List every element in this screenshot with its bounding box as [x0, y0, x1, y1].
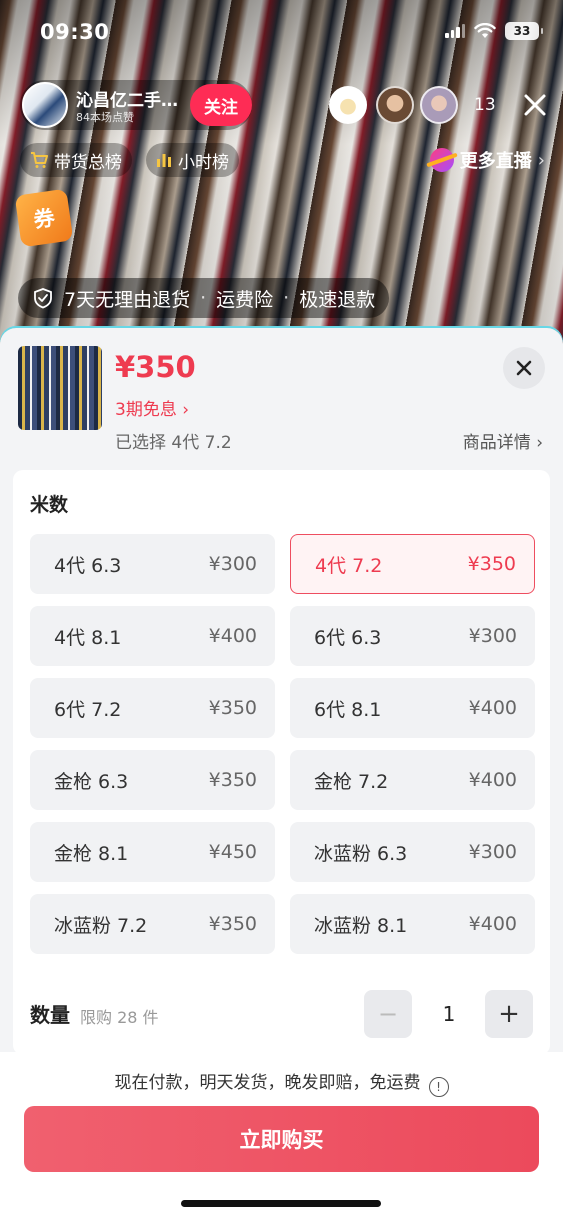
status-bar: 09:30 33 [0, 0, 563, 66]
spec-option[interactable]: 金枪 6.3 ¥350 [30, 750, 275, 810]
battery-icon: 33 [505, 22, 543, 40]
product-detail-link[interactable]: 商品详情 › [463, 428, 543, 453]
hourly-rank-chip[interactable]: 小时榜 [146, 143, 239, 177]
product-sheet: ¥350 3期免息 › 已选择 4代 7.2 商品详情 › 米数 4代 6.3 ¥… [0, 328, 563, 1219]
spec-option-name: 金枪 6.3 [54, 770, 129, 793]
buy-now-button[interactable]: 立即购买 [24, 1106, 539, 1172]
spec-section-label: 米数 [30, 494, 69, 516]
host-likes: 84本场点赞 [76, 111, 134, 124]
viewer-count[interactable]: 13 [474, 95, 496, 115]
installment-label: 3期免息 [115, 400, 177, 420]
spec-option-name: 4代 8.1 [54, 626, 122, 649]
spec-option[interactable]: 4代 8.1 ¥400 [30, 606, 275, 666]
spec-option-name: 金枪 8.1 [54, 842, 129, 865]
spec-option-price: ¥400 [208, 625, 257, 647]
shipping-note: 现在付款，明天发货，晚发即赔，免运费! [0, 1068, 563, 1097]
product-thumbnail[interactable] [18, 346, 102, 430]
chevron-right-icon: › [536, 433, 543, 453]
hourly-rank-label: 小时榜 [178, 152, 229, 173]
coupon-icon[interactable]: 券 [14, 188, 74, 248]
guarantee-item: 7天无理由退货 [64, 288, 191, 311]
shipping-note-text: 现在付款，明天发货，晚发即赔，免运费 [114, 1073, 421, 1093]
bar-chart-icon [157, 154, 171, 167]
selected-spec: 已选择 4代 7.2 [115, 433, 232, 453]
spec-option[interactable]: 4代 6.3 ¥300 [30, 534, 275, 594]
spec-option[interactable]: 4代 7.2 ¥350 [290, 534, 535, 594]
close-icon [516, 360, 532, 376]
status-time: 09:30 [40, 20, 110, 44]
quantity-decrement-button[interactable]: − [364, 990, 412, 1038]
spec-option-price: ¥300 [468, 625, 517, 647]
spec-option-price: ¥300 [468, 841, 517, 863]
spec-option-price: ¥450 [208, 841, 257, 863]
spec-option-name: 4代 6.3 [54, 554, 122, 577]
home-indicator [181, 1200, 381, 1207]
spec-option-price: ¥350 [467, 553, 516, 575]
shield-icon [34, 288, 52, 309]
purchase-footer: 现在付款，明天发货，晚发即赔，免运费! 立即购买 [0, 1052, 563, 1219]
viewer-avatar[interactable] [329, 86, 367, 124]
quantity-increment-button[interactable]: + [485, 990, 533, 1038]
more-live-label: 更多直播 [459, 151, 532, 172]
spec-option[interactable]: 冰蓝粉 6.3 ¥300 [290, 822, 535, 882]
spec-option-name: 4代 7.2 [315, 554, 383, 577]
spec-option-name: 6代 7.2 [54, 698, 122, 721]
follow-button[interactable]: 关注 [190, 84, 252, 126]
viewer-avatar[interactable] [376, 86, 414, 124]
spec-option[interactable]: 6代 8.1 ¥400 [290, 678, 535, 738]
spec-option[interactable]: 金枪 8.1 ¥450 [30, 822, 275, 882]
spec-option-price: ¥350 [208, 913, 257, 935]
spec-option-name: 冰蓝粉 7.2 [54, 914, 148, 937]
guarantee-banner[interactable]: 7天无理由退货 · 运费险 · 极速退款 [18, 278, 390, 318]
guarantee-item: 运费险 [216, 288, 274, 311]
host-avatar[interactable] [22, 82, 68, 128]
status-icons: 33 [445, 22, 543, 40]
sales-rank-label: 带货总榜 [54, 152, 122, 173]
close-sheet-button[interactable] [503, 347, 545, 389]
spec-option-price: ¥300 [208, 553, 257, 575]
spec-option-price: ¥400 [468, 769, 517, 791]
spec-option-name: 6代 6.3 [314, 626, 382, 649]
signal-icon [445, 24, 465, 38]
spec-option-name: 冰蓝粉 8.1 [314, 914, 408, 937]
spec-option-price: ¥400 [468, 697, 517, 719]
host-name: 沁昌亿二手… [76, 91, 178, 111]
spec-option[interactable]: 冰蓝粉 8.1 ¥400 [290, 894, 535, 954]
spec-option-name: 金枪 7.2 [314, 770, 389, 793]
quantity-value[interactable]: 1 [430, 1002, 468, 1026]
quantity-label: 数量 [30, 1003, 70, 1027]
viewer-avatar[interactable] [420, 86, 458, 124]
spec-card: 米数 4代 6.3 ¥300 4代 7.2 ¥350 4代 8.1 ¥400 6代 6.3 ¥… [13, 470, 550, 1055]
product-detail-label: 商品详情 [462, 433, 531, 453]
spec-option-price: ¥350 [208, 769, 257, 791]
chevron-right-icon: › [182, 400, 190, 420]
close-icon[interactable] [522, 92, 548, 118]
spec-option[interactable]: 冰蓝粉 7.2 ¥350 [30, 894, 275, 954]
separator-dot: · [200, 287, 207, 309]
more-live-link[interactable]: 更多直播 › [429, 147, 545, 173]
installment-link[interactable]: 3期免息 › [115, 395, 189, 420]
spec-option-price: ¥350 [208, 697, 257, 719]
spec-option[interactable]: 金枪 7.2 ¥400 [290, 750, 535, 810]
separator-dot: · [283, 287, 290, 309]
spec-option-name: 冰蓝粉 6.3 [314, 842, 408, 865]
sales-rank-chip[interactable]: 带货总榜 [20, 143, 132, 177]
info-icon[interactable]: ! [428, 1077, 449, 1097]
product-price: ¥350 [115, 350, 196, 384]
spec-option-name: 6代 8.1 [314, 698, 382, 721]
spec-option[interactable]: 6代 7.2 ¥350 [30, 678, 275, 738]
quantity-limit: 限购 28 件 [80, 1008, 159, 1027]
cart-icon [31, 152, 48, 168]
guarantee-item: 极速退款 [299, 288, 376, 311]
wifi-icon [474, 23, 496, 38]
planet-icon [429, 148, 454, 172]
spec-option[interactable]: 6代 6.3 ¥300 [290, 606, 535, 666]
chevron-right-icon: › [537, 149, 545, 171]
spec-option-price: ¥400 [468, 913, 517, 935]
